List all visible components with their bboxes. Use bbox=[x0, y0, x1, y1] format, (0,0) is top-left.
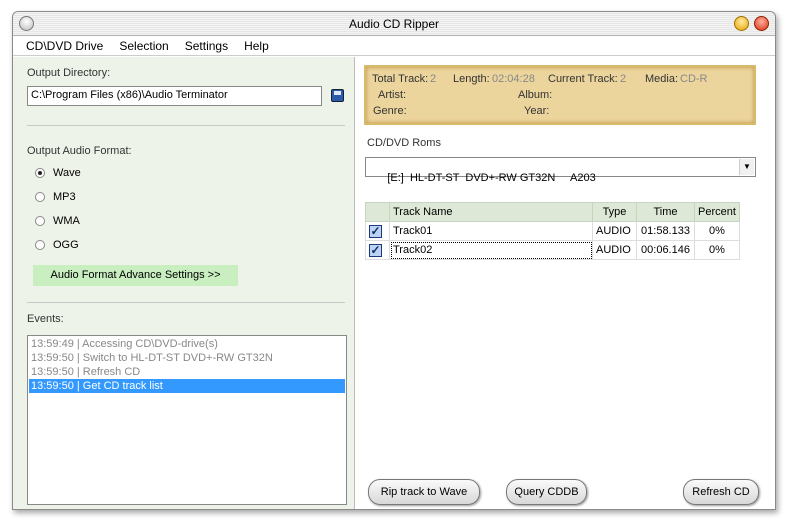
track-checkbox[interactable]: ✓ bbox=[369, 224, 382, 238]
output-directory-input[interactable]: C:\Program Files (x86)\Audio Terminator bbox=[27, 86, 322, 106]
refresh-cd-button[interactable]: Refresh CD bbox=[683, 479, 759, 505]
window-menu-icon[interactable] bbox=[19, 16, 34, 31]
window-title: Audio CD Ripper bbox=[348, 17, 440, 31]
menu-settings[interactable]: Settings bbox=[185, 36, 228, 55]
track-time: 00:06.146 bbox=[636, 240, 695, 260]
length-label: Length: bbox=[453, 73, 490, 85]
total-track-label: Total Track: bbox=[372, 73, 429, 85]
cd-info-panel: Total Track: 2 Length: 02:04:28 Current … bbox=[364, 65, 756, 125]
settings-panel: Output Directory: C:\Program Files (x86)… bbox=[13, 57, 355, 509]
album-label: Album: bbox=[518, 89, 553, 101]
track-type: AUDIO bbox=[592, 221, 637, 241]
header-percent[interactable]: Percent bbox=[694, 202, 740, 222]
chevron-down-icon[interactable]: ▼ bbox=[739, 159, 754, 175]
title-bar: Audio CD Ripper bbox=[13, 12, 775, 36]
drive-select-value: [E:] HL-DT-ST DVD+-RW GT32N A203 bbox=[387, 172, 596, 184]
header-check bbox=[365, 202, 390, 222]
close-button[interactable] bbox=[754, 16, 769, 31]
radio-wma[interactable]: WMA bbox=[35, 215, 80, 227]
cd-panel: Total Track: 2 Length: 02:04:28 Current … bbox=[357, 57, 775, 509]
event-item[interactable]: 13:59:50 | Switch to HL-DT-ST DVD+-RW GT… bbox=[29, 351, 345, 365]
table-row[interactable]: ✓ Track01 AUDIO 01:58.133 0% bbox=[365, 221, 740, 241]
header-track-name[interactable]: Track Name bbox=[389, 202, 593, 222]
track-table: Track Name Type Time Percent ✓ Track01 A… bbox=[365, 202, 740, 260]
output-directory-label: Output Directory: bbox=[27, 67, 111, 79]
current-track-value: 2 bbox=[620, 73, 627, 85]
genre-label: Genre: bbox=[373, 105, 407, 117]
event-item-selected[interactable]: 13:59:50 | Get CD track list bbox=[29, 379, 345, 393]
save-icon[interactable] bbox=[331, 89, 344, 102]
menu-help[interactable]: Help bbox=[244, 36, 269, 55]
minimize-button[interactable] bbox=[734, 16, 749, 31]
app-window: Audio CD Ripper CD\DVD Drive Selection S… bbox=[12, 11, 776, 510]
header-time[interactable]: Time bbox=[636, 202, 695, 222]
radio-selected-icon bbox=[35, 168, 45, 178]
table-header: Track Name Type Time Percent bbox=[365, 202, 740, 222]
year-label: Year: bbox=[524, 105, 550, 117]
current-track-label: Current Track: bbox=[548, 73, 618, 85]
total-track-value: 2 bbox=[430, 73, 437, 85]
cd-dvd-roms-label: CD/DVD Roms bbox=[367, 137, 441, 149]
divider bbox=[27, 302, 345, 303]
track-type: AUDIO bbox=[592, 240, 637, 260]
header-type[interactable]: Type bbox=[592, 202, 637, 222]
radio-icon bbox=[35, 216, 45, 226]
radio-ogg[interactable]: OGG bbox=[35, 239, 79, 251]
track-name: Track01 bbox=[389, 221, 593, 241]
menu-selection[interactable]: Selection bbox=[119, 36, 168, 55]
track-name: Track02 bbox=[389, 240, 593, 260]
table-row[interactable]: ✓ Track02 AUDIO 00:06.146 0% bbox=[365, 240, 740, 260]
radio-icon bbox=[35, 192, 45, 202]
track-checkbox[interactable]: ✓ bbox=[369, 243, 382, 257]
radio-icon bbox=[35, 240, 45, 250]
events-list[interactable]: 13:59:49 | Accessing CD\DVD-drive(s) 13:… bbox=[27, 335, 347, 505]
length-value: 02:04:28 bbox=[492, 73, 535, 85]
menu-bar: CD\DVD Drive Selection Settings Help bbox=[13, 36, 775, 56]
menu-cd-dvd-drive[interactable]: CD\DVD Drive bbox=[26, 36, 103, 55]
event-item[interactable]: 13:59:50 | Refresh CD bbox=[29, 365, 345, 379]
radio-mp3[interactable]: MP3 bbox=[35, 191, 76, 203]
artist-label: Artist: bbox=[378, 89, 407, 101]
divider bbox=[27, 125, 345, 126]
output-format-label: Output Audio Format: bbox=[27, 145, 132, 157]
track-percent: 0% bbox=[694, 240, 740, 260]
query-cddb-button[interactable]: Query CDDB bbox=[506, 479, 587, 505]
track-time: 01:58.133 bbox=[636, 221, 695, 241]
media-label: Media: bbox=[645, 73, 679, 85]
events-label: Events: bbox=[27, 313, 64, 325]
track-percent: 0% bbox=[694, 221, 740, 241]
rip-button[interactable]: Rip track to Wave bbox=[368, 479, 480, 505]
event-item[interactable]: 13:59:49 | Accessing CD\DVD-drive(s) bbox=[29, 337, 345, 351]
media-value: CD-R bbox=[680, 73, 708, 85]
radio-wave[interactable]: Wave bbox=[35, 167, 81, 179]
advance-settings-button[interactable]: Audio Format Advance Settings >> bbox=[33, 265, 238, 286]
drive-select[interactable]: [E:] HL-DT-ST DVD+-RW GT32N A203 ▼ bbox=[365, 157, 756, 184]
